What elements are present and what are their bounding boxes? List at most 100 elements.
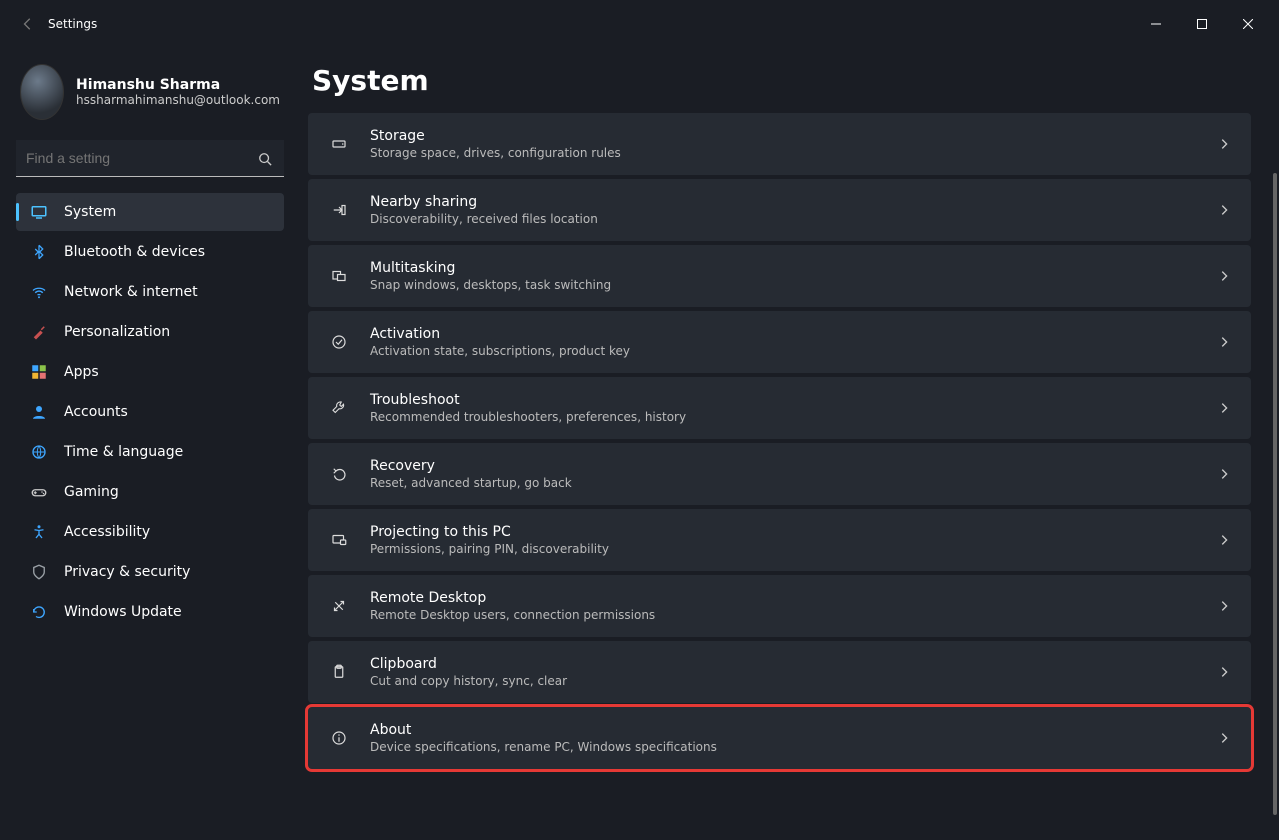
chevron-right-icon	[1217, 401, 1231, 415]
search-icon	[258, 152, 272, 166]
chevron-right-icon	[1217, 335, 1231, 349]
close-button[interactable]	[1225, 8, 1271, 40]
chevron-right-icon	[1217, 203, 1231, 217]
scrollbar[interactable]	[1273, 100, 1277, 830]
nav-item-accessibility[interactable]: Accessibility	[16, 513, 284, 551]
user-block[interactable]: Himanshu Sharma hssharmahimanshu@outlook…	[16, 56, 284, 136]
person-icon	[30, 403, 48, 421]
accessibility-icon	[30, 523, 48, 541]
share-icon	[328, 199, 350, 221]
setting-item-title: Storage	[370, 128, 1197, 144]
wrench-icon	[328, 397, 350, 419]
project-icon	[328, 529, 350, 551]
titlebar: Settings	[0, 0, 1279, 48]
window-controls	[1133, 8, 1271, 40]
setting-item-remote-desktop[interactable]: Remote Desktop Remote Desktop users, conn…	[308, 575, 1251, 637]
check-icon	[328, 331, 350, 353]
nav-item-label: Time & language	[64, 444, 183, 460]
setting-item-desc: Cut and copy history, sync, clear	[370, 674, 1197, 688]
nav-item-personalization[interactable]: Personalization	[16, 313, 284, 351]
brush-icon	[30, 323, 48, 341]
setting-item-title: Clipboard	[370, 656, 1197, 672]
setting-item-nearby-sharing[interactable]: Nearby sharing Discoverability, received …	[308, 179, 1251, 241]
nav-item-windows-update[interactable]: Windows Update	[16, 593, 284, 631]
user-name: Himanshu Sharma	[76, 77, 280, 93]
setting-item-desc: Remote Desktop users, connection permiss…	[370, 608, 1197, 622]
nav-item-label: Bluetooth & devices	[64, 244, 205, 260]
setting-item-storage[interactable]: Storage Storage space, drives, configurat…	[308, 113, 1251, 175]
nav-item-accounts[interactable]: Accounts	[16, 393, 284, 431]
nav-item-gaming[interactable]: Gaming	[16, 473, 284, 511]
nav-item-label: Network & internet	[64, 284, 198, 300]
apps-icon	[30, 363, 48, 381]
avatar	[20, 64, 64, 120]
setting-item-title: Activation	[370, 326, 1197, 342]
chevron-right-icon	[1217, 665, 1231, 679]
shield-icon	[30, 563, 48, 581]
setting-item-multitasking[interactable]: Multitasking Snap windows, desktops, task…	[308, 245, 1251, 307]
setting-item-desc: Permissions, pairing PIN, discoverabilit…	[370, 542, 1197, 556]
setting-item-desc: Activation state, subscriptions, product…	[370, 344, 1197, 358]
minimize-button[interactable]	[1133, 8, 1179, 40]
nav-item-label: Accessibility	[64, 524, 150, 540]
nav-item-label: Privacy & security	[64, 564, 190, 580]
setting-item-desc: Snap windows, desktops, task switching	[370, 278, 1197, 292]
gamepad-icon	[30, 483, 48, 501]
setting-item-title: Projecting to this PC	[370, 524, 1197, 540]
wifi-icon	[30, 283, 48, 301]
search-container	[16, 140, 284, 177]
sidebar: Himanshu Sharma hssharmahimanshu@outlook…	[0, 48, 300, 840]
clipboard-icon	[328, 661, 350, 683]
nav-item-apps[interactable]: Apps	[16, 353, 284, 391]
setting-item-desc: Storage space, drives, configuration rul…	[370, 146, 1197, 160]
nav-list: System Bluetooth & devices Network & inter…	[16, 193, 284, 633]
nav-item-label: Personalization	[64, 324, 170, 340]
display-icon	[30, 203, 48, 221]
setting-item-title: Nearby sharing	[370, 194, 1197, 210]
main-content: System Storage Storage space, drives, con…	[300, 48, 1279, 840]
setting-item-desc: Recommended troubleshooters, preferences…	[370, 410, 1197, 424]
scrollbar-thumb[interactable]	[1273, 173, 1277, 815]
setting-item-title: Troubleshoot	[370, 392, 1197, 408]
chevron-right-icon	[1217, 269, 1231, 283]
setting-item-title: Remote Desktop	[370, 590, 1197, 606]
nav-item-bluetooth-devices[interactable]: Bluetooth & devices	[16, 233, 284, 271]
update-icon	[30, 603, 48, 621]
bluetooth-icon	[30, 243, 48, 261]
nav-item-privacy-security[interactable]: Privacy & security	[16, 553, 284, 591]
nav-item-label: Accounts	[64, 404, 128, 420]
setting-item-desc: Discoverability, received files location	[370, 212, 1197, 226]
nav-item-network-internet[interactable]: Network & internet	[16, 273, 284, 311]
setting-item-troubleshoot[interactable]: Troubleshoot Recommended troubleshooters,…	[308, 377, 1251, 439]
setting-item-desc: Reset, advanced startup, go back	[370, 476, 1197, 490]
recovery-icon	[328, 463, 350, 485]
nav-item-system[interactable]: System	[16, 193, 284, 231]
multitask-icon	[328, 265, 350, 287]
setting-item-recovery[interactable]: RecoveryReset, advanced startup, go back	[308, 443, 1251, 505]
chevron-right-icon	[1217, 137, 1231, 151]
nav-item-label: Windows Update	[64, 604, 182, 620]
maximize-button[interactable]	[1179, 8, 1225, 40]
globe-clock-icon	[30, 443, 48, 461]
back-button[interactable]	[8, 17, 48, 31]
chevron-right-icon	[1217, 467, 1231, 481]
setting-item-title: About	[370, 722, 1197, 738]
nav-item-label: System	[64, 204, 116, 220]
chevron-right-icon	[1217, 731, 1231, 745]
nav-item-label: Gaming	[64, 484, 119, 500]
window-title: Settings	[48, 17, 97, 31]
info-icon	[328, 727, 350, 749]
nav-item-label: Apps	[64, 364, 99, 380]
settings-list: Storage Storage space, drives, configurat…	[308, 113, 1255, 769]
setting-item-activation[interactable]: Activation Activation state, subscription…	[308, 311, 1251, 373]
setting-item-projecting-to-this-pc[interactable]: Projecting to this PC Permissions, pairin…	[308, 509, 1251, 571]
setting-item-about[interactable]: About Device specifications, rename PC, W…	[308, 707, 1251, 769]
chevron-right-icon	[1217, 533, 1231, 547]
nav-item-time-language[interactable]: Time & language	[16, 433, 284, 471]
page-heading: System	[312, 64, 1255, 97]
setting-item-clipboard[interactable]: Clipboard Cut and copy history, sync, cle…	[308, 641, 1251, 703]
setting-item-title: Multitasking	[370, 260, 1197, 276]
search-input[interactable]	[16, 140, 284, 177]
user-email: hssharmahimanshu@outlook.com	[76, 93, 280, 107]
setting-item-desc: Device specifications, rename PC, Window…	[370, 740, 1197, 754]
